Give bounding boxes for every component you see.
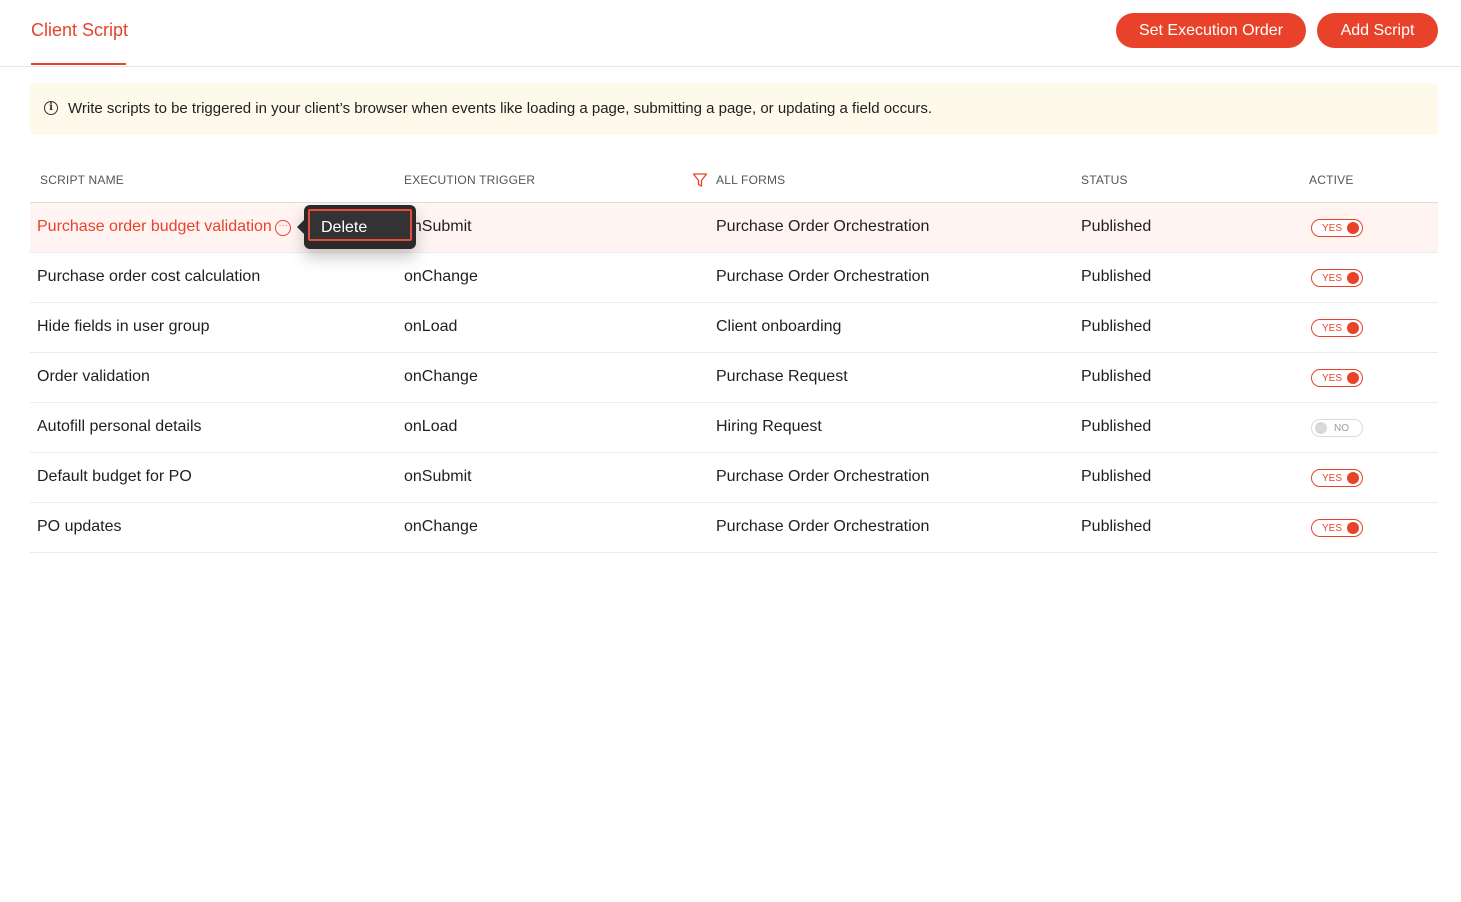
execution-trigger: onLoad [404,418,458,435]
status-text: Published [1081,368,1152,385]
script-name[interactable]: Default budget for PO [37,468,192,486]
table-header: SCRIPT NAME EXECUTION TRIGGER ALL FORMS … [30,160,1438,203]
toggle-label: YES [1322,473,1343,484]
column-header-all-forms[interactable]: ALL FORMS [716,173,785,187]
form-name: Purchase Order Orchestration [716,268,930,285]
form-name: Hiring Request [716,418,822,435]
toggle-label: YES [1322,223,1343,234]
script-name[interactable]: Autofill personal details [37,418,202,436]
status-text: Published [1081,268,1152,285]
status-text: Published [1081,218,1152,235]
info-icon: i [44,101,58,115]
tab-client-script[interactable]: Client Script [31,20,128,41]
form-name: Purchase Request [716,368,848,385]
status-text: Published [1081,418,1152,435]
script-name[interactable]: Purchase order cost calculation [37,268,260,286]
toggle-knob [1347,272,1359,284]
active-toggle[interactable]: YES [1311,469,1363,487]
form-name: Purchase Order Orchestration [716,468,930,485]
info-banner: i Write scripts to be triggered in your … [30,83,1438,135]
execution-trigger: onLoad [404,318,458,335]
table-row[interactable]: PO updates onChange Purchase Order Orchest… [30,503,1438,553]
toggle-knob [1315,422,1327,434]
form-name: Purchase Order Orchestration [716,518,930,535]
table-row[interactable]: Autofill personal details onLoad Hiring Re… [30,403,1438,453]
toggle-label: YES [1322,323,1343,334]
info-text: Write scripts to be triggered in your cl… [68,100,933,117]
table-row[interactable]: Hide fields in user group onLoad Client on… [30,303,1438,353]
column-header-status[interactable]: STATUS [1081,173,1128,187]
set-execution-order-button[interactable]: Set Execution Order [1116,13,1306,48]
column-header-active[interactable]: ACTIVE [1309,173,1354,187]
toggle-knob [1347,322,1359,334]
row-actions-popover: Delete [297,205,416,249]
script-name[interactable]: PO updates [37,518,122,536]
active-toggle[interactable]: YES [1311,519,1363,537]
table-row[interactable]: Order validation onChange Purchase Request… [30,353,1438,403]
execution-trigger: onSubmit [404,468,472,485]
status-text: Published [1081,468,1152,485]
popover-arrow [297,220,304,234]
page-header: Client Script Set Execution Order Add Sc… [0,0,1461,67]
active-toggle[interactable]: NO [1311,419,1363,437]
more-options-icon[interactable]: ··· [275,220,291,236]
column-header-script-name[interactable]: SCRIPT NAME [40,173,124,187]
form-name: Client onboarding [716,318,842,335]
column-header-execution-trigger[interactable]: EXECUTION TRIGGER [404,173,535,187]
table-row[interactable]: Default budget for PO onSubmit Purchase Or… [30,453,1438,503]
execution-trigger: onChange [404,368,478,385]
script-name[interactable]: Purchase order budget validation [37,218,272,236]
toggle-label: YES [1322,523,1343,534]
active-toggle[interactable]: YES [1311,319,1363,337]
table-row[interactable]: Purchase order budget validation ··· onSub… [30,203,1438,253]
active-toggle[interactable]: YES [1311,269,1363,287]
active-toggle[interactable]: YES [1311,219,1363,237]
toggle-label: YES [1322,373,1343,384]
status-text: Published [1081,518,1152,535]
toggle-knob [1347,372,1359,384]
execution-trigger: onChange [404,268,478,285]
toggle-label: YES [1322,273,1343,284]
toggle-knob [1347,222,1359,234]
active-toggle[interactable]: YES [1311,369,1363,387]
toggle-knob [1347,522,1359,534]
filter-icon[interactable] [692,172,708,188]
script-name[interactable]: Hide fields in user group [37,318,210,336]
toggle-label: NO [1334,423,1349,434]
toggle-knob [1347,472,1359,484]
delete-label: Delete [321,219,368,236]
delete-menu-item[interactable]: Delete [308,209,412,241]
script-name[interactable]: Order validation [37,368,150,386]
form-name: Purchase Order Orchestration [716,218,930,235]
tab-active-indicator [31,63,126,65]
status-text: Published [1081,318,1152,335]
add-script-button[interactable]: Add Script [1317,13,1438,48]
table-row[interactable]: Purchase order cost calculation onChange P… [30,253,1438,303]
execution-trigger: onChange [404,518,478,535]
